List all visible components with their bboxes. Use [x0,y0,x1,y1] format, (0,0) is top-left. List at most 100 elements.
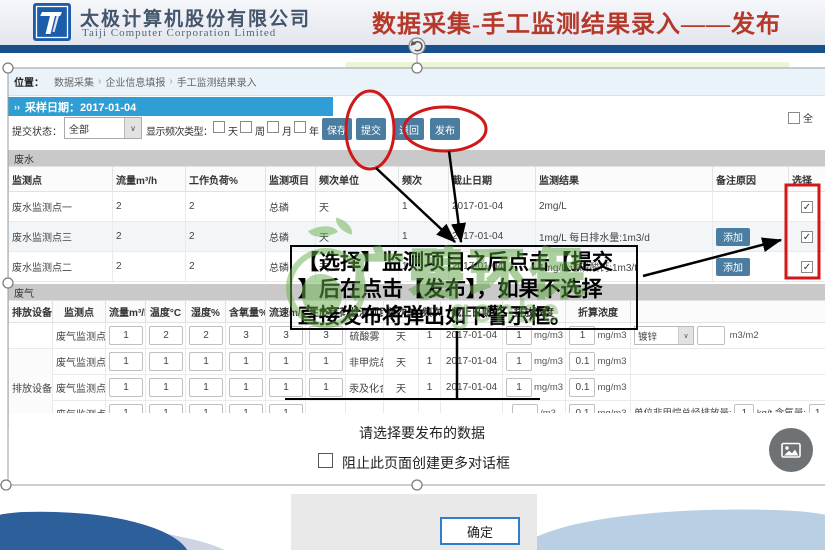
cell-point: 废气监测点四 [53,323,106,349]
add-remark-button[interactable]: 添加 [716,228,750,246]
cell-input: 1 [106,323,146,349]
conc-unit: mg/m3 [534,330,563,341]
suppress-dialogs-checkbox[interactable] [318,453,333,468]
humidity-input[interactable]: 1 [189,378,223,397]
save-button[interactable]: 保存 [322,118,352,140]
speed-input[interactable]: 1 [269,378,303,397]
conc-unit: mg/m3 [534,356,563,367]
select-all-checkbox[interactable] [788,112,800,124]
cell-freq: 1 [419,349,441,375]
cell-select: ✓ [789,252,825,282]
breadcrumb-item-manual-entry[interactable]: 手工监测结果录入 [177,74,257,89]
cell-freq: 1 [419,375,441,401]
return-button[interactable]: 退回 [394,118,424,140]
humidity-input[interactable]: 1 [189,352,223,371]
row-select-checkbox[interactable]: ✓ [801,261,813,273]
cell-conc: 1mg/m3 [503,349,566,375]
submit-status-select[interactable]: 全部 ∨ [64,117,142,139]
flow-input[interactable]: 1 [109,378,143,397]
breadcrumb-item-enterprise-report[interactable]: 企业信息填报 [105,74,165,89]
col-header: 监测结果 [536,167,713,192]
suppress-dialogs-label: 阻止此页面创建更多对话框 [342,453,510,473]
col-header: 监测项目 [266,167,316,192]
chevron-down-icon: ∨ [124,118,141,138]
cell-remark: 添加 [713,252,789,282]
freq-year-label: 年 [309,123,319,138]
cell-deadline: 2017-01-04 [449,192,536,222]
conv-input[interactable]: 0.1 [569,378,595,397]
gas-section-title: 废气 [14,285,34,300]
cell-point: 废水监测点三 [9,222,113,252]
extra-unit: m3/m2 [730,330,759,341]
col-header: 监测点 [9,167,113,192]
oxygen-input[interactable]: 1 [229,352,263,371]
freq-week-checkbox[interactable] [240,121,252,133]
cell-extra: 镀锌∨ m3/m2 [631,323,825,349]
submit-status-value: 全部 [65,121,124,136]
conc-input[interactable]: 1 [506,378,532,397]
col-header: 频次单位 [316,167,399,192]
col-header: 含氧量% [226,301,266,323]
freq-day-checkbox[interactable] [213,121,225,133]
temp-input[interactable]: 1 [149,378,183,397]
annotation-note-box: 【选择】监测项目之后点击【提交 】后在点击【发布】，如果不选择 直接发布将弹出如… [290,245,638,330]
load-input[interactable]: 1 [309,352,343,371]
cell-input: 1 [186,349,226,375]
humidity-input[interactable]: 2 [189,326,223,345]
speed-input[interactable]: 1 [269,352,303,371]
cell-conv: 0.1mg/m3 [566,349,631,375]
sample-date-label: 采样日期：2017-01-04 [25,99,136,115]
flow-input[interactable]: 1 [109,326,143,345]
cell-input: 1 [226,375,266,401]
breadcrumb-separator-icon: › [98,76,101,87]
conc-input[interactable]: 1 [506,352,532,371]
cell-extra [631,375,825,401]
cell-point: 废水监测点二 [9,252,113,282]
cell-freq: 1 [399,192,449,222]
cell-item: 非甲烷总烃 [346,349,384,375]
freq-type-label: 显示频次类型： [146,123,213,138]
cell-select: ✓ [789,222,825,252]
table-row: 废水监测点一 2 2 总磷 天 1 2017-01-04 2mg/L ✓ [9,192,825,222]
col-header: 监测点 [53,301,106,323]
temp-input[interactable]: 2 [149,326,183,345]
image-icon [781,442,801,459]
freq-year-checkbox[interactable] [294,121,306,133]
extra-input[interactable] [697,326,725,345]
table-row: 废气监测点二 1 1 1 1 1 1 汞及化合物 天 1 2017-01-04 … [9,375,825,401]
row-select-checkbox[interactable]: ✓ [801,201,813,213]
oxygen-input[interactable]: 1 [229,378,263,397]
annotation-line: 】后在点击【发布】，如果不选择 [298,276,636,303]
cell-extra [631,349,825,375]
load-input[interactable]: 1 [309,378,343,397]
table-header-row: 监测点 流量m³/h 工作负荷% 监测项目 频次单位 频次 截止日期 监测结果 … [9,167,825,192]
sample-date-bar: ›› 采样日期：2017-01-04 [8,97,333,116]
submit-button[interactable]: 提交 [356,118,386,140]
image-tool-button[interactable] [769,428,813,472]
cell-load: 2 [186,192,266,222]
cell-input: 2 [146,323,186,349]
cell-point: 废气监测点一 [53,349,106,375]
add-remark-button[interactable]: 添加 [716,258,750,276]
col-header: 选择 [789,167,825,192]
alert-dialog-area: 请选择要发布的数据 阻止此页面创建更多对话框 [9,413,825,485]
extra-select[interactable]: 镀锌∨ [634,326,694,345]
ok-button[interactable]: 确定 [440,517,520,545]
col-header [631,301,825,323]
cell-input: 1 [266,375,306,401]
oxygen-input[interactable]: 3 [229,326,263,345]
cell-item: 总磷 [266,192,316,222]
row-select-checkbox[interactable]: ✓ [801,231,813,243]
flow-input[interactable]: 1 [109,352,143,371]
cell-input: 1 [146,375,186,401]
freq-month-checkbox[interactable] [267,121,279,133]
conv-input[interactable]: 0.1 [569,352,595,371]
temp-input[interactable]: 1 [149,352,183,371]
cell-item: 汞及化合物 [346,375,384,401]
col-header: 工作负荷% [186,167,266,192]
cell-flow: 2 [113,222,186,252]
breadcrumb-item-data-collect[interactable]: 数据采集 [54,74,94,89]
select-all-control: 全 [788,110,813,125]
annotation-line: 直接发布将弹出如下警示框。 [298,303,636,330]
publish-button[interactable]: 发布 [430,118,460,140]
